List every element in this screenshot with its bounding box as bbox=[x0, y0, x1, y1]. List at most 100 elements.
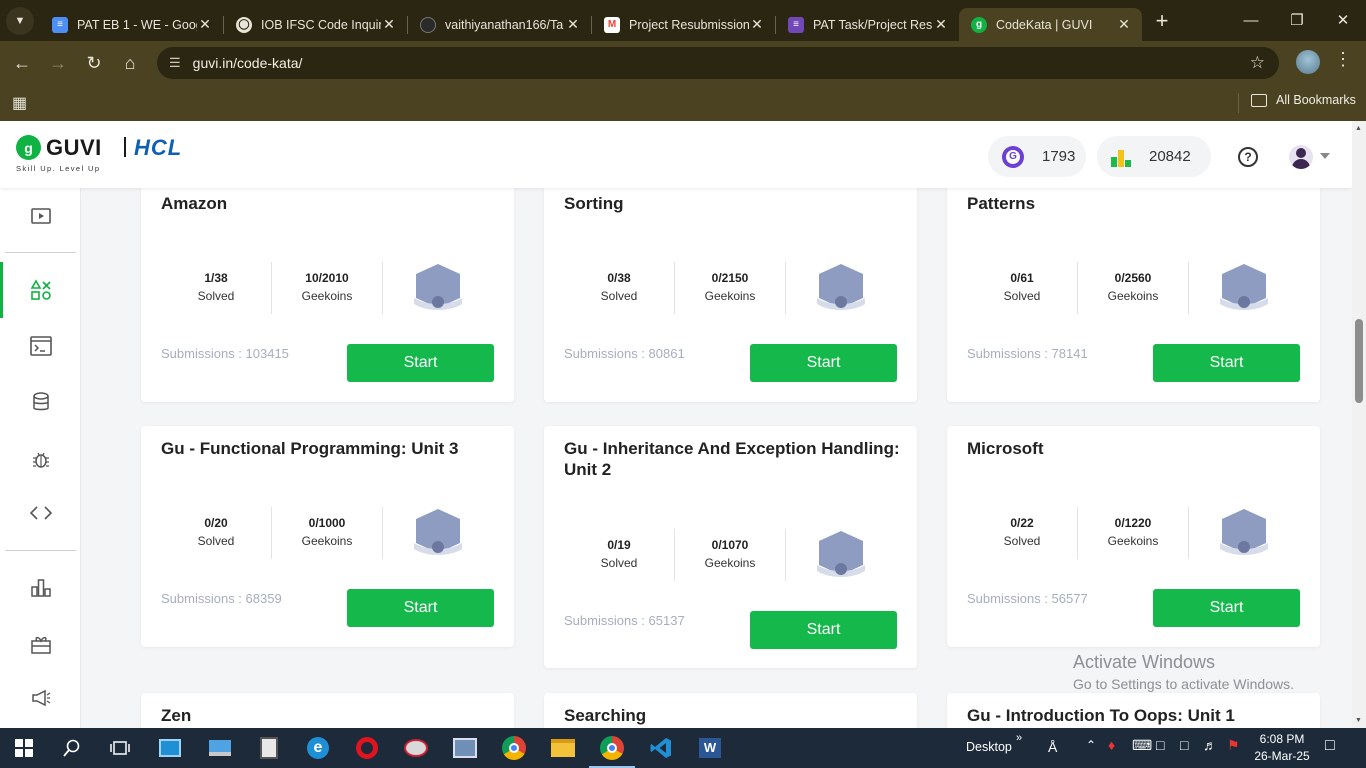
restore-icon[interactable]: ❐ bbox=[1274, 0, 1320, 40]
new-tab-button[interactable]: + bbox=[1148, 7, 1176, 35]
submissions-count: Submissions : 68359 bbox=[161, 591, 282, 606]
antivirus-shield-icon[interactable]: ⚑ bbox=[1227, 737, 1240, 754]
tab-pat-task[interactable]: ≡ PAT Task/Project Resu ✕ bbox=[776, 8, 959, 41]
forward-arrow-icon[interactable]: → bbox=[40, 45, 76, 81]
windows-start-icon[interactable] bbox=[10, 734, 38, 762]
close-icon[interactable]: ✕ bbox=[933, 16, 949, 33]
notification-icon[interactable]: □ bbox=[1325, 737, 1335, 755]
watermark-line2: Go to Settings to activate Windows. bbox=[1073, 676, 1294, 692]
terminal-icon bbox=[29, 336, 52, 356]
network-icon[interactable]: □ bbox=[1180, 737, 1188, 753]
card-stats: 1/38 Solved 10/2010 Geekoins bbox=[161, 262, 491, 314]
scrollbar-thumb[interactable] bbox=[1355, 319, 1363, 403]
paint-icon[interactable] bbox=[402, 734, 430, 762]
rank-pill[interactable]: 20842 bbox=[1097, 136, 1211, 177]
sidebar-item-debug[interactable] bbox=[0, 432, 81, 488]
desktop-pc-icon[interactable] bbox=[206, 734, 234, 762]
user-avatar[interactable] bbox=[1289, 145, 1313, 169]
sidebar-item-videos[interactable] bbox=[0, 188, 81, 244]
sidebar-item-leaderboard[interactable] bbox=[0, 560, 81, 616]
start-button[interactable]: Start bbox=[347, 344, 494, 382]
card-title: Gu - Introduction To Oops: Unit 1 bbox=[967, 706, 1235, 725]
chevron-down-icon[interactable] bbox=[1320, 153, 1330, 159]
monitor-icon[interactable]: □ bbox=[1156, 737, 1164, 753]
menu-kebab-icon[interactable]: ⋮ bbox=[1334, 49, 1352, 70]
tab-search-button[interactable]: ▼ bbox=[6, 6, 34, 35]
start-button[interactable]: Start bbox=[347, 589, 494, 627]
people-icon[interactable]: Å bbox=[1048, 739, 1057, 755]
guvi-icon: g bbox=[971, 16, 987, 33]
sidebar-item-announcements[interactable] bbox=[0, 670, 81, 726]
word-icon[interactable]: W bbox=[696, 734, 724, 762]
card-stats: 0/19 Solved 0/1070 Geekoins bbox=[564, 529, 894, 581]
keyboard-icon[interactable]: ⌨ bbox=[1132, 737, 1152, 754]
page-scrollbar[interactable]: ▲ ▼ bbox=[1352, 121, 1366, 728]
vscode-icon[interactable] bbox=[647, 734, 675, 762]
apps-grid-icon[interactable]: ▦ bbox=[12, 93, 27, 113]
kata-card-zen: Zen bbox=[141, 693, 514, 728]
geekoins-stat: 0/2560 Geekoins bbox=[1107, 271, 1159, 303]
start-button[interactable]: Start bbox=[750, 344, 897, 382]
badge-icon bbox=[817, 264, 865, 310]
card-title: Zen bbox=[161, 706, 192, 725]
tab-iob-ifsc[interactable]: ◯ IOB IFSC Code Inquiry ✕ bbox=[224, 8, 407, 41]
remote-desktop-icon[interactable] bbox=[156, 734, 184, 762]
database-icon bbox=[32, 392, 49, 411]
scroll-up-icon[interactable]: ▲ bbox=[1355, 125, 1362, 132]
start-button[interactable]: Start bbox=[1153, 344, 1300, 382]
tab-codekata[interactable]: g CodeKata | GUVI ✕ bbox=[959, 8, 1142, 41]
docs-icon: ≡ bbox=[52, 16, 68, 33]
sidebar-item-database[interactable] bbox=[0, 374, 81, 430]
close-window-icon[interactable]: ✕ bbox=[1320, 0, 1366, 40]
minimize-icon[interactable]: — bbox=[1228, 0, 1274, 40]
opera-icon[interactable] bbox=[353, 734, 381, 762]
site-settings-icon[interactable]: ☰ bbox=[169, 55, 181, 71]
close-icon[interactable]: ✕ bbox=[565, 16, 581, 33]
volume-icon[interactable]: ♬ bbox=[1203, 737, 1217, 753]
reload-icon[interactable]: ↻ bbox=[76, 45, 112, 81]
forms-icon: ≡ bbox=[788, 16, 804, 33]
calculator-icon[interactable] bbox=[255, 734, 283, 762]
all-bookmarks-button[interactable]: All Bookmarks bbox=[1251, 93, 1356, 107]
logo-tagline: Skill Up. Level Up bbox=[16, 164, 101, 173]
close-icon[interactable]: ✕ bbox=[197, 16, 213, 33]
watermark-line1: Activate Windows bbox=[1073, 652, 1216, 672]
badge-icon bbox=[817, 531, 865, 577]
search-icon[interactable] bbox=[58, 734, 86, 762]
chevron-up-icon[interactable]: ⌃ bbox=[1086, 738, 1096, 752]
bookmark-star-icon[interactable]: ☆ bbox=[1250, 53, 1265, 73]
tab-pat-eb[interactable]: ≡ PAT EB 1 - WE - Goog ✕ bbox=[40, 8, 223, 41]
start-button[interactable]: Start bbox=[750, 611, 897, 649]
close-icon[interactable]: ✕ bbox=[1116, 16, 1132, 33]
chrome-profile-icon[interactable] bbox=[589, 734, 635, 768]
task-view-icon[interactable] bbox=[106, 734, 134, 762]
close-icon[interactable]: ✕ bbox=[381, 16, 397, 33]
geekoins-pill[interactable]: G 1793 bbox=[988, 136, 1086, 177]
taskbar-clock[interactable]: 6:08 PM 26-Mar-25 bbox=[1252, 731, 1312, 765]
tab-github[interactable]: vaithiyanathan166/Ta ✕ bbox=[408, 8, 591, 41]
network-app-icon[interactable] bbox=[451, 734, 479, 762]
start-button[interactable]: Start bbox=[1153, 589, 1300, 627]
sidebar-item-ide[interactable] bbox=[0, 318, 81, 374]
tab-gmail[interactable]: M Project Resubmission ✕ bbox=[592, 8, 775, 41]
edge-icon[interactable]: e bbox=[304, 734, 332, 762]
address-bar[interactable]: ☰ guvi.in/code-kata/ ☆ bbox=[157, 47, 1279, 79]
home-icon[interactable]: ⌂ bbox=[112, 45, 148, 81]
card-stats: 0/22 Solved 0/1220 Geekoins bbox=[967, 507, 1297, 559]
logo-hcl-text: HCL bbox=[134, 135, 183, 160]
sidebar-item-code[interactable] bbox=[0, 485, 81, 541]
sidebar-item-rewards[interactable] bbox=[0, 616, 81, 672]
sidebar-item-codekata[interactable] bbox=[0, 262, 81, 318]
desktop-toolbar-label[interactable]: Desktop bbox=[966, 740, 1012, 754]
security-icon[interactable]: ♦ bbox=[1108, 737, 1115, 753]
help-icon[interactable]: ? bbox=[1238, 147, 1258, 167]
back-arrow-icon[interactable]: ← bbox=[4, 45, 40, 81]
chevron-right-icon[interactable]: » bbox=[1016, 732, 1022, 744]
scroll-down-icon[interactable]: ▼ bbox=[1355, 717, 1362, 724]
file-explorer-icon[interactable] bbox=[549, 734, 577, 762]
profile-avatar[interactable] bbox=[1296, 50, 1320, 74]
sidebar bbox=[0, 188, 81, 728]
chrome-icon[interactable] bbox=[500, 734, 528, 762]
url-text: guvi.in/code-kata/ bbox=[192, 55, 303, 71]
close-icon[interactable]: ✕ bbox=[749, 16, 765, 33]
